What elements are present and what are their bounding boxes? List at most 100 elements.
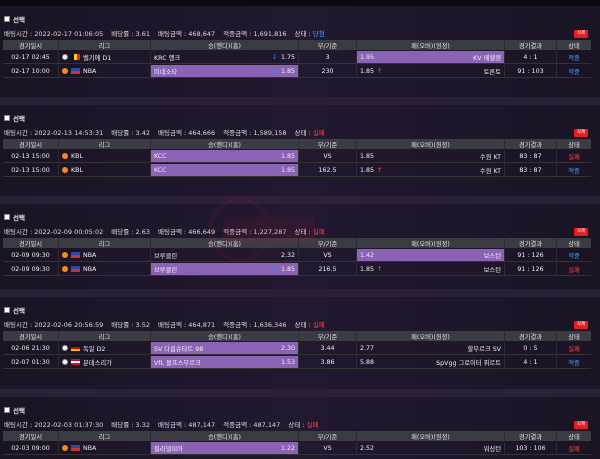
select-checkbox[interactable]	[4, 16, 10, 22]
column-header: 경기일시	[3, 331, 59, 341]
bet-history-page: 선택 배팅시간 : 2022-02-17 01:06:05 배당률 : 3.61 배팅…	[0, 0, 600, 459]
home-pick[interactable]: 미네소타 ↓ 1.85	[151, 65, 299, 77]
country-flag-icon	[71, 359, 80, 365]
home-team: 브루클린	[154, 252, 178, 260]
column-header: 패(오버)(원정)	[357, 139, 505, 149]
select-checkbox[interactable]	[4, 214, 10, 220]
away-pick[interactable]: 1.42 보스턴	[357, 249, 505, 261]
bet-odds: 배당률 : 3.52	[111, 321, 151, 329]
country-flag-icon	[71, 445, 80, 451]
bet-amount: 배팅금액 : 464,666	[158, 129, 216, 137]
away-pick[interactable]: 2.52 워싱턴	[357, 442, 505, 454]
away-pick[interactable]: 5.88 SpVgg 그로이터 퓌르트	[357, 356, 505, 368]
arrow-down-icon: ↓	[271, 67, 277, 75]
away-team: 워싱턴	[483, 445, 501, 453]
home-pick[interactable]: 브루클린 2.32	[151, 249, 299, 261]
home-pick[interactable]: KRC 헹크 ↓ 1.75	[151, 51, 299, 63]
away-odds: 1.85	[360, 152, 375, 160]
handicap-value: 162.5	[299, 164, 357, 176]
away-odds-wrap: 2.77	[360, 345, 374, 352]
basketball-icon	[62, 252, 68, 258]
table-row: 02-09 09:30 NBA 브루클린 ↓ 1.85 216.5 1.85 ↑ 보스턴 91 :…	[3, 263, 591, 276]
away-pick[interactable]: 2.77 할부르크 SV	[357, 342, 505, 354]
row-status: 적중	[568, 54, 580, 62]
away-odds-wrap: 1.85 ↑	[360, 68, 382, 75]
home-pick[interactable]: SV 다름슈타트 98 2.30	[151, 342, 299, 354]
bet-status: 상태 : 실패	[294, 129, 325, 137]
league-name: NBA	[83, 444, 97, 452]
handicap-value: 216.5	[299, 263, 357, 275]
table-row: 02-13 15:00 KBL KCC ↓ 1.85 162.5 1.85 ↑ 수원 KT 83 …	[3, 164, 591, 177]
table-row: 02-17 10:00 NBA 미네소타 ↓ 1.85 230 1.85 ↑ 토론토 91 : 1…	[3, 65, 591, 78]
away-pick[interactable]: 1.85 수원 KT	[357, 150, 505, 162]
column-header: 리그	[59, 331, 151, 341]
delete-button[interactable]: 삭제	[574, 30, 588, 38]
column-header: 무/기준	[299, 238, 357, 248]
home-pick[interactable]: 브루클린 ↓ 1.85	[151, 263, 299, 275]
away-odds: 1.42	[360, 251, 375, 259]
country-flag-icon	[71, 68, 80, 74]
select-checkbox[interactable]	[4, 115, 10, 121]
bet-status: 상태 : 실패	[288, 421, 319, 429]
basketball-icon	[62, 167, 68, 173]
delete-button[interactable]: 삭제	[574, 421, 588, 429]
country-flag-icon	[71, 345, 80, 351]
delete-button[interactable]: 삭제	[574, 321, 588, 329]
away-pick[interactable]: 1.85 ↑ 보스턴	[357, 263, 505, 275]
column-header: 상태	[568, 433, 580, 441]
column-header: 경기일시	[3, 238, 59, 248]
win-amount: 적중금액 : 1,691,816	[223, 30, 287, 38]
bet-block: 선택 배팅시간 : 2022-02-03 01:37:30 배당률 : 3.32 배팅…	[0, 397, 600, 459]
league-name: 분데스리가	[83, 359, 112, 367]
home-team: 브루클린	[154, 266, 178, 274]
select-checkbox[interactable]	[4, 407, 10, 413]
column-header: 경기결과	[505, 431, 557, 441]
column-header: 상태	[568, 141, 580, 149]
column-header: 리그	[59, 238, 151, 248]
column-header: 패(오버)(원정)	[357, 40, 505, 50]
league-name: KBL	[71, 166, 83, 174]
bet-odds: 배당률 : 3.61	[111, 30, 151, 38]
home-odds-wrap: ↓ 1.85	[272, 167, 295, 174]
bet-amount: 배팅금액 : 468,647	[158, 30, 216, 38]
handicap-value: 230	[299, 65, 357, 77]
match-date: 02-13 15:00	[3, 164, 59, 176]
arrow-down-icon: ↓	[271, 265, 277, 273]
select-checkbox[interactable]	[4, 307, 10, 313]
home-pick[interactable]: KCC ↓ 1.85	[151, 164, 299, 176]
arrow-up-icon: ↑	[377, 265, 383, 273]
bet-status: 상태 : 실패	[294, 228, 325, 236]
bet-amount: 배팅금액 : 466,649	[158, 228, 216, 236]
table-row: 02-03 09:00 NBA 필라델피아 1.22 VS 2.52 워싱턴 103 : 10…	[3, 442, 591, 455]
home-odds: 2.30	[280, 344, 295, 352]
bet-select-row: 선택	[4, 305, 25, 315]
column-header: 승(핸디)(홈)	[151, 238, 299, 248]
home-pick[interactable]: KCC 1.85	[151, 150, 299, 162]
basketball-icon	[62, 266, 68, 272]
away-pick[interactable]: 1.85 ↑ 토론토	[357, 65, 505, 77]
home-odds: 2.32	[280, 251, 295, 259]
arrow-down-icon: ↓	[271, 53, 277, 61]
column-header: 무/기준	[299, 139, 357, 149]
league-cell: NBA	[59, 263, 151, 275]
away-pick[interactable]: 1.95 ↑ KV 메헬렌	[357, 51, 505, 63]
handicap-value: VS	[299, 150, 357, 162]
home-odds-wrap: 2.30	[281, 345, 295, 352]
league-name: NBA	[83, 251, 97, 259]
home-pick[interactable]: 필라델피아 1.22	[151, 442, 299, 454]
bet-time: 배팅시간 : 2022-02-03 01:37:30	[4, 421, 104, 429]
away-pick[interactable]: 1.85 ↑ 수원 KT	[357, 164, 505, 176]
league-cell: NBA	[59, 442, 151, 454]
home-pick[interactable]: VfL 볼프스부르크 1.53	[151, 356, 299, 368]
delete-button[interactable]: 삭제	[574, 129, 588, 137]
bet-status-value: 당첨	[312, 30, 325, 38]
row-status: 적중	[568, 167, 580, 175]
home-odds: 1.85	[280, 166, 295, 174]
row-status: 실패	[568, 345, 580, 353]
bet-select-row: 선택	[4, 14, 25, 24]
delete-button[interactable]: 삭제	[574, 228, 588, 236]
bet-time: 배팅시간 : 2022-02-06 20:56:59	[4, 321, 104, 329]
column-header: 상태	[568, 42, 580, 50]
row-status: 실패	[568, 153, 580, 161]
home-odds: 1.75	[280, 53, 295, 61]
